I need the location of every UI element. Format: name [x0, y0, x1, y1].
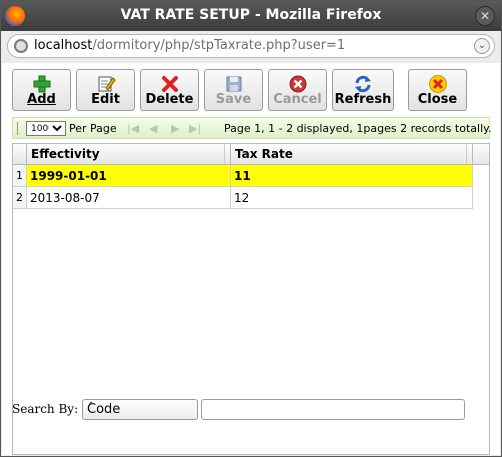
refresh-button[interactable]: Refresh	[332, 69, 394, 111]
table-row[interactable]: 2 2013-08-07 12	[13, 187, 473, 209]
url-text[interactable]: localhost/dormitory/php/stpTaxrate.php?u…	[34, 38, 345, 53]
page-size-select[interactable]: 1000	[26, 121, 66, 136]
column-header-effectivity[interactable]: Effectivity	[27, 144, 231, 165]
column-header-tax-rate-label: Tax Rate	[235, 147, 293, 161]
refresh-label: Refresh	[334, 92, 392, 107]
add-icon	[32, 74, 52, 94]
browser-window: VAT RATE SETUP - Mozilla Firefox ✕ local…	[0, 0, 502, 457]
pager-separator	[17, 122, 18, 135]
row-number: 2	[13, 187, 27, 209]
close-button[interactable]: Close	[408, 69, 467, 111]
select-arrows-icon: ⌃	[87, 401, 96, 412]
close-label: Close	[417, 92, 458, 107]
window-title: VAT RATE SETUP - Mozilla Firefox	[120, 7, 382, 23]
delete-icon	[160, 74, 180, 94]
edit-button[interactable]: Edit	[76, 69, 135, 111]
refresh-icon	[353, 74, 373, 94]
edit-icon	[96, 74, 116, 94]
delete-button[interactable]: Delete	[140, 69, 199, 111]
column-resize-handle[interactable]	[224, 144, 230, 164]
address-bar[interactable]: localhost/dormitory/php/stpTaxrate.php?u…	[7, 34, 495, 58]
cancel-button[interactable]: Cancel	[268, 69, 327, 111]
cell-effectivity[interactable]: 2013-08-07	[27, 187, 231, 209]
column-header-tax-rate[interactable]: Tax Rate	[231, 144, 473, 165]
column-header-effectivity-label: Effectivity	[31, 147, 100, 161]
per-page-label: Per Page	[69, 122, 117, 135]
title-bar: VAT RATE SETUP - Mozilla Firefox ✕	[1, 1, 501, 31]
globe-icon	[14, 39, 28, 53]
search-bar: Search By: Code ⌃	[12, 397, 482, 421]
grid-header: Effectivity Tax Rate	[13, 144, 489, 165]
cancel-icon	[288, 74, 308, 94]
cancel-label: Cancel	[273, 92, 322, 107]
page-content: Add Edit Delete Save Cancel Refresh Clos…	[2, 63, 500, 455]
edit-label: Edit	[91, 92, 120, 107]
pager-bar: 1000 Per Page |◀ ◀ ▶ ▶| Page 1, 1 - 2 di…	[12, 117, 492, 139]
url-path: /dormitory/php/stpTaxrate.php?user=1	[92, 38, 346, 53]
cell-tax-rate[interactable]: 12	[231, 187, 473, 209]
column-resize-handle[interactable]	[466, 144, 472, 164]
row-number: 1	[13, 165, 27, 187]
cell-effectivity[interactable]: 1999-01-01	[27, 165, 231, 187]
next-page-icon[interactable]: ▶	[171, 122, 179, 135]
save-icon	[224, 74, 244, 94]
close-icon	[428, 74, 448, 94]
search-input[interactable]	[201, 399, 465, 420]
add-button[interactable]: Add	[12, 69, 71, 111]
save-button[interactable]: Save	[204, 69, 263, 111]
chevron-down-icon[interactable]: ⌄	[474, 38, 490, 54]
add-label: Add	[27, 92, 56, 107]
save-label: Save	[215, 92, 252, 107]
url-host: localhost	[34, 38, 93, 53]
search-by-label: Search By:	[12, 402, 79, 416]
row-number-header	[13, 144, 27, 165]
delete-label: Delete	[145, 92, 194, 107]
window-close-button[interactable]: ✕	[475, 6, 495, 26]
table-row[interactable]: 1 1999-01-01 11	[13, 165, 473, 187]
prev-page-icon[interactable]: ◀	[149, 122, 157, 135]
last-page-icon[interactable]: ▶|	[189, 122, 201, 135]
pager-info: Page 1, 1 - 2 displayed, 1pages 2 record…	[224, 122, 492, 135]
cell-tax-rate[interactable]: 11	[231, 165, 473, 187]
first-page-icon[interactable]: |◀	[127, 122, 139, 135]
search-field-select[interactable]: Code ⌃	[82, 399, 198, 420]
